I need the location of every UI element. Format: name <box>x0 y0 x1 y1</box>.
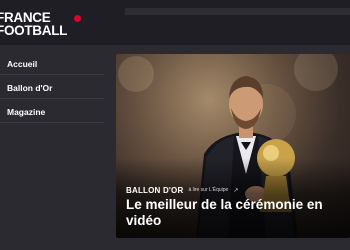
site-logo[interactable]: FRANCE FOOTBALL <box>0 11 86 39</box>
hero-card[interactable]: BALLON D'OR à lire sur L'Équipe ↗ Le mei… <box>116 54 350 238</box>
top-bar-strip <box>125 8 350 15</box>
hero-source[interactable]: à lire sur L'Équipe <box>188 187 228 193</box>
sidebar-item-accueil[interactable]: Accueil <box>0 52 104 75</box>
external-link-icon: ↗ <box>233 187 239 194</box>
hero-meta: BALLON D'OR à lire sur L'Équipe ↗ <box>126 184 238 196</box>
logo-dot-icon <box>74 15 81 22</box>
sidebar-item-ballon-dor[interactable]: Ballon d'Or <box>0 76 104 99</box>
logo-line-2: FOOTBALL <box>0 23 68 38</box>
hero-kicker: BALLON D'OR <box>126 185 184 195</box>
top-bar: FRANCE FOOTBALL <box>0 0 350 45</box>
sidebar-nav: Accueil Ballon d'Or Magazine <box>0 52 104 124</box>
hero-headline[interactable]: Le meilleur de la cérémonie en vidéo <box>126 197 350 229</box>
sidebar-item-magazine[interactable]: Magazine <box>0 100 104 123</box>
